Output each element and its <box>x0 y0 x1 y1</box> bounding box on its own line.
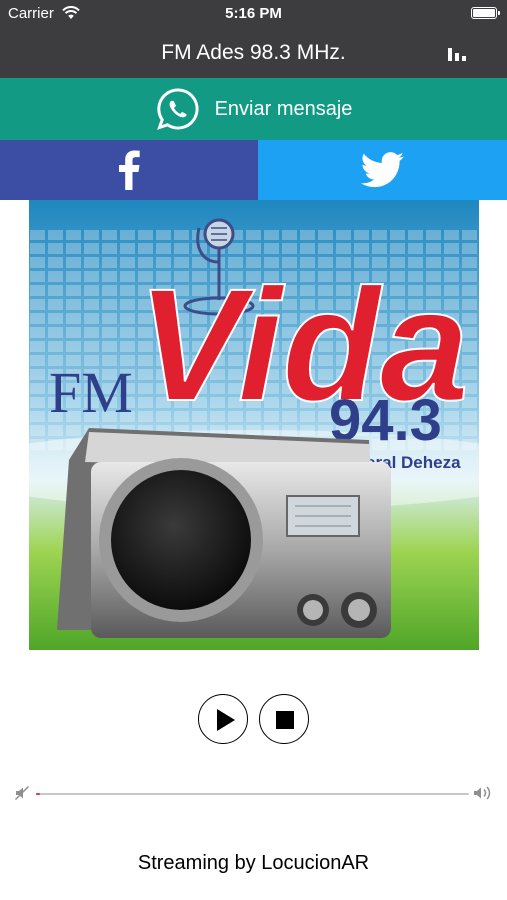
whatsapp-message-button[interactable]: Enviar mensaje <box>0 78 507 140</box>
play-icon <box>217 709 235 731</box>
facebook-icon <box>119 150 140 190</box>
streaming-credit: Streaming by LocucionAR <box>137 852 370 874</box>
clock: 5:16 PM <box>225 5 282 22</box>
nav-bar: FM Ades 98.3 MHz. <box>0 28 507 78</box>
volume-track[interactable] <box>36 793 469 795</box>
stop-button[interactable] <box>259 694 309 744</box>
play-button[interactable] <box>198 694 248 744</box>
page-title: FM Ades 98.3 MHz. <box>161 41 346 64</box>
status-bar: Carrier 5:16 PM <box>0 0 507 28</box>
whatsapp-label: Enviar mensaje <box>214 97 353 120</box>
station-logo: FM Vida 94.3 General Deheza <box>29 200 479 650</box>
bar-chart-icon[interactable] <box>445 44 471 64</box>
player-controls <box>0 694 507 748</box>
logo-prefix: FM <box>49 360 133 425</box>
volume-fill <box>36 793 41 795</box>
station-logo-art: FM Vida 94.3 General Deheza <box>29 200 479 650</box>
twitter-button[interactable] <box>258 140 507 200</box>
volume-slider[interactable] <box>0 780 507 808</box>
whatsapp-icon <box>156 88 199 130</box>
volume-mute-icon <box>14 785 30 801</box>
twitter-icon <box>360 152 404 188</box>
stop-icon <box>276 711 294 729</box>
facebook-button[interactable] <box>0 140 258 200</box>
volume-max-icon <box>474 786 491 800</box>
social-buttons <box>0 140 507 200</box>
radio-icon <box>57 428 391 638</box>
battery-icon <box>471 7 500 19</box>
